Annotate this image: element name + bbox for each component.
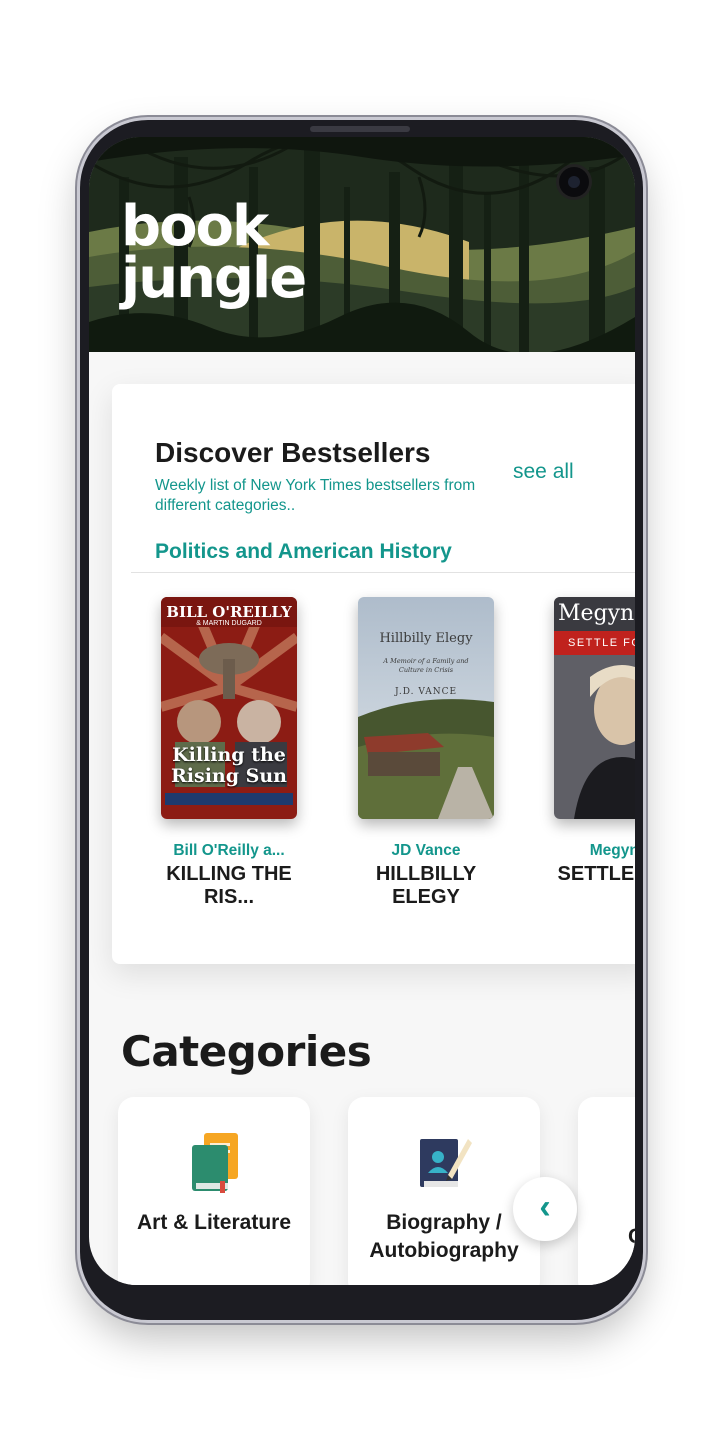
biography-icon (420, 1139, 472, 1187)
bestseller-category-heading: Politics and American History (155, 540, 452, 563)
bestsellers-card: Discover Bestsellers Weekly list of New … (112, 384, 635, 964)
cover-subtitle-text: A Memoir of a Family and Culture in Cris… (383, 657, 469, 674)
category-tile-art-literature[interactable]: Art & Literature (118, 1097, 310, 1285)
see-all-link[interactable]: see all (513, 460, 574, 484)
category-tile-partial[interactable]: C (578, 1097, 635, 1285)
categories-heading: Categories (121, 1027, 372, 1076)
book-author: Megyn K (589, 842, 635, 859)
bestsellers-title: Discover Bestsellers (155, 437, 431, 468)
front-camera (559, 167, 589, 197)
app-header: book jungle (89, 137, 635, 352)
category-label: C (628, 1223, 635, 1251)
scroll-left-button[interactable]: ‹ (513, 1177, 577, 1241)
cover-title-text: Killing the Rising Sun (171, 744, 287, 787)
cover-title-text: SETTLE FOR (568, 637, 635, 649)
book-title: SETTLE MOR (557, 863, 635, 885)
brand-line-2: jungle (121, 246, 307, 311)
book-title: KILLING THE RIS... (166, 863, 292, 908)
book-title: HILLBILLY ELEGY (375, 863, 477, 908)
book-cover[interactable]: Megyn SETTLE FOR (554, 597, 635, 819)
app-screen: book jungle Discover Bestsellers Weekly … (89, 137, 635, 1285)
book-author: Bill O'Reilly a... (173, 842, 285, 859)
category-tile-biography[interactable]: Biography / Autobiography (348, 1097, 540, 1285)
cover-author-text: BILL O'REILLY (166, 603, 292, 621)
cover-author-text: Megyn (558, 601, 635, 626)
app-logo: book jungle (121, 199, 307, 311)
book-cover[interactable]: BILL O'REILLY & MARTIN DUGARD Killing th… (161, 597, 297, 819)
books-icon (192, 1133, 238, 1193)
bestsellers-subtitle: Weekly list of New York Times bestseller… (155, 477, 476, 514)
chevron-left-icon: ‹ (539, 1188, 551, 1226)
cover-title-text: Hillbilly Elegy (379, 631, 473, 646)
book-cover[interactable]: Hillbilly Elegy A Memoir of a Family and… (358, 597, 494, 819)
cover-author-text: J.D. VANCE (394, 687, 458, 697)
divider (131, 572, 635, 573)
cover-coauthor-text: & MARTIN DUGARD (196, 620, 262, 627)
category-label: Art & Literature (136, 1211, 292, 1234)
book-author: JD Vance (391, 842, 461, 859)
category-label: Biography / Autobiography (369, 1211, 519, 1262)
earpiece-speaker (310, 126, 410, 132)
